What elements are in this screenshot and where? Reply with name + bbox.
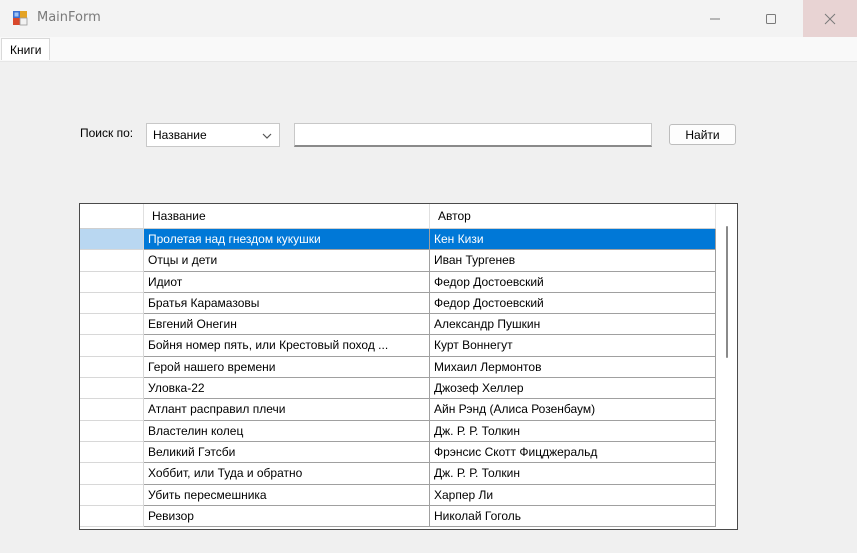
search-field-value: Название (153, 128, 207, 142)
window-title: MainForm (37, 10, 101, 25)
table-row[interactable]: Бойня номер пять, или Крестовый поход ..… (80, 335, 716, 357)
cell-author[interactable]: Джозеф Хеллер (430, 378, 716, 400)
cell-title[interactable]: Бойня номер пять, или Крестовый поход ..… (144, 335, 430, 357)
cell-title[interactable]: Евгений Онегин (144, 314, 430, 336)
table-row[interactable]: Хоббит, или Туда и обратно Дж. Р. Р. Толк… (80, 463, 716, 485)
cell-author[interactable]: Михаил Лермонтов (430, 356, 716, 379)
find-button[interactable]: Найти (669, 124, 736, 145)
title-bar: MainForm (0, 0, 857, 37)
column-header-author[interactable]: Автор (430, 204, 716, 229)
row-header[interactable] (80, 441, 144, 464)
maximize-icon (766, 13, 776, 24)
cell-title[interactable]: Уловка-22 (144, 378, 430, 400)
close-icon (824, 13, 836, 24)
grid-header: Название Автор (80, 204, 716, 229)
table-row[interactable]: Ревизор Николай Гоголь (80, 505, 716, 528)
search-input[interactable] (294, 123, 652, 147)
row-header[interactable] (80, 420, 144, 442)
minimize-icon (710, 18, 720, 19)
cell-title[interactable]: Герой нашего времени (144, 356, 430, 379)
cell-author[interactable]: Федор Достоевский (430, 292, 716, 315)
menu-item-books[interactable]: Книги (1, 38, 51, 60)
cell-title[interactable]: Братья Карамазовы (144, 292, 430, 315)
row-header[interactable] (80, 229, 144, 251)
cell-author[interactable]: Дж. Р. Р. Толкин (430, 420, 716, 442)
row-header[interactable] (80, 292, 144, 315)
books-grid[interactable]: Название Автор Пролетая над гнездом куку… (79, 203, 738, 530)
cell-author[interactable]: Фрэнсис Скотт Фицджеральд (430, 441, 716, 464)
cell-title[interactable]: Отцы и дети (144, 250, 430, 272)
search-by-label: Поиск по: (80, 126, 134, 140)
cell-title[interactable]: Властелин колец (144, 420, 430, 442)
cell-author[interactable]: Дж. Р. Р. Толкин (430, 463, 716, 485)
row-header[interactable] (80, 505, 144, 528)
menu-bar: Книги (0, 37, 857, 62)
cell-title[interactable]: Великий Гэтсби (144, 441, 430, 464)
row-header-corner[interactable] (80, 204, 144, 229)
table-row[interactable]: Идиот Федор Достоевский (80, 271, 716, 293)
row-header[interactable] (80, 399, 144, 421)
table-row[interactable]: Герой нашего времени Михаил Лермонтов (80, 356, 716, 379)
row-header[interactable] (80, 484, 144, 506)
cell-title[interactable]: Идиот (144, 271, 430, 293)
table-row[interactable]: Великий Гэтсби Фрэнсис Скотт Фицджеральд (80, 441, 716, 464)
close-button[interactable] (803, 0, 857, 37)
row-header[interactable] (80, 250, 144, 272)
grid-rows: Пролетая над гнездом кукушки Кен Кизи Отцы… (80, 229, 716, 528)
table-row[interactable]: Отцы и дети Иван Тургенев (80, 250, 716, 272)
app-icon (13, 11, 28, 26)
cell-title[interactable]: Атлант расправил плечи (144, 399, 430, 421)
table-row[interactable]: Убить пересмешника Харпер Ли (80, 484, 716, 506)
search-field-combobox[interactable]: Название (146, 123, 280, 147)
row-header[interactable] (80, 335, 144, 357)
row-header[interactable] (80, 356, 144, 379)
chevron-down-icon (262, 133, 272, 139)
cell-title[interactable]: Ревизор (144, 505, 430, 528)
table-row[interactable]: Евгений Онегин Александр Пушкин (80, 314, 716, 336)
table-row[interactable]: Властелин колец Дж. Р. Р. Толкин (80, 420, 716, 442)
cell-author[interactable]: Курт Воннегут (430, 335, 716, 357)
cell-author[interactable]: Харпер Ли (430, 484, 716, 506)
cell-author[interactable]: Иван Тургенев (430, 250, 716, 272)
row-header[interactable] (80, 314, 144, 336)
table-row[interactable]: Атлант расправил плечи Айн Рэнд (Алиса Ро… (80, 399, 716, 421)
vertical-scrollbar[interactable] (716, 204, 737, 529)
cell-author[interactable]: Александр Пушкин (430, 314, 716, 336)
maximize-button[interactable] (746, 0, 796, 37)
cell-author[interactable]: Федор Достоевский (430, 271, 716, 293)
row-header[interactable] (80, 271, 144, 293)
row-header[interactable] (80, 378, 144, 400)
table-row[interactable]: Уловка-22 Джозеф Хеллер (80, 378, 716, 400)
table-row[interactable]: Братья Карамазовы Федор Достоевский (80, 292, 716, 315)
cell-title[interactable]: Пролетая над гнездом кукушки (144, 229, 430, 251)
cell-author[interactable]: Айн Рэнд (Алиса Розенбаум) (430, 399, 716, 421)
cell-author[interactable]: Николай Гоголь (430, 505, 716, 528)
scroll-thumb[interactable] (726, 226, 728, 358)
cell-title[interactable]: Убить пересмешника (144, 484, 430, 506)
column-header-title[interactable]: Название (144, 204, 430, 229)
cell-author[interactable]: Кен Кизи (430, 229, 716, 251)
row-header[interactable] (80, 463, 144, 485)
cell-title[interactable]: Хоббит, или Туда и обратно (144, 463, 430, 485)
table-row[interactable]: Пролетая над гнездом кукушки Кен Кизи (80, 229, 716, 251)
minimize-button[interactable] (690, 0, 740, 37)
